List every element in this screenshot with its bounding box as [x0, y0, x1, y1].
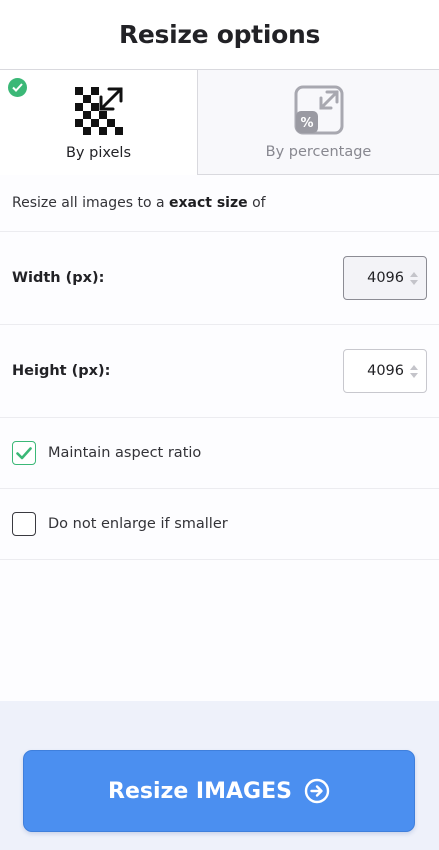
height-label: Height (px): [12, 363, 111, 379]
header: Resize options [0, 0, 439, 70]
no-enlarge-checkbox[interactable] [12, 512, 36, 536]
decrement-arrow-icon[interactable] [410, 372, 418, 378]
intro-suffix: of [252, 195, 266, 211]
increment-arrow-icon[interactable] [410, 271, 418, 277]
intro-emphasis: exact size [169, 195, 248, 211]
tab-label: By pixels [65, 145, 131, 161]
increment-arrow-icon[interactable] [410, 364, 418, 370]
width-value: 4096 [367, 270, 404, 286]
height-input[interactable]: 4096 [343, 349, 427, 393]
height-row: Height (px): 4096 [0, 325, 439, 418]
resize-button-label: Resize IMAGES [108, 778, 292, 804]
arrow-circle-right-icon [304, 778, 330, 804]
decrement-arrow-icon[interactable] [410, 279, 418, 285]
no-enlarge-option[interactable]: Do not enlarge if smaller [0, 489, 439, 560]
tab-label: By percentage [265, 144, 372, 160]
tab-by-percentage[interactable]: % By percentage [198, 70, 439, 175]
no-enlarge-label: Do not enlarge if smaller [48, 516, 228, 532]
resize-instructions: Resize all images to a exact size of [0, 175, 439, 232]
maintain-aspect-option[interactable]: Maintain aspect ratio [0, 418, 439, 489]
maintain-aspect-checkbox[interactable] [12, 441, 36, 465]
pixels-resize-icon [74, 87, 123, 135]
intro-prefix: Resize all images to a [12, 195, 165, 211]
width-label: Width (px): [12, 270, 105, 286]
width-input[interactable]: 4096 [343, 256, 427, 300]
percentage-resize-icon: % [294, 85, 343, 135]
svg-text:%: % [300, 116, 313, 131]
action-footer: Resize IMAGES [0, 701, 439, 850]
height-stepper[interactable] [410, 364, 418, 378]
selected-check-icon [8, 78, 27, 97]
width-stepper[interactable] [410, 271, 418, 285]
tab-by-pixels[interactable]: By pixels [0, 70, 198, 175]
height-value: 4096 [367, 363, 404, 379]
maintain-aspect-label: Maintain aspect ratio [48, 445, 202, 461]
resize-images-button[interactable]: Resize IMAGES [23, 750, 415, 832]
resize-mode-tabs: By pixels % By percentage [0, 70, 439, 175]
checkmark-icon [16, 446, 32, 459]
page-title: Resize options [118, 20, 321, 49]
width-row: Width (px): 4096 [0, 232, 439, 325]
